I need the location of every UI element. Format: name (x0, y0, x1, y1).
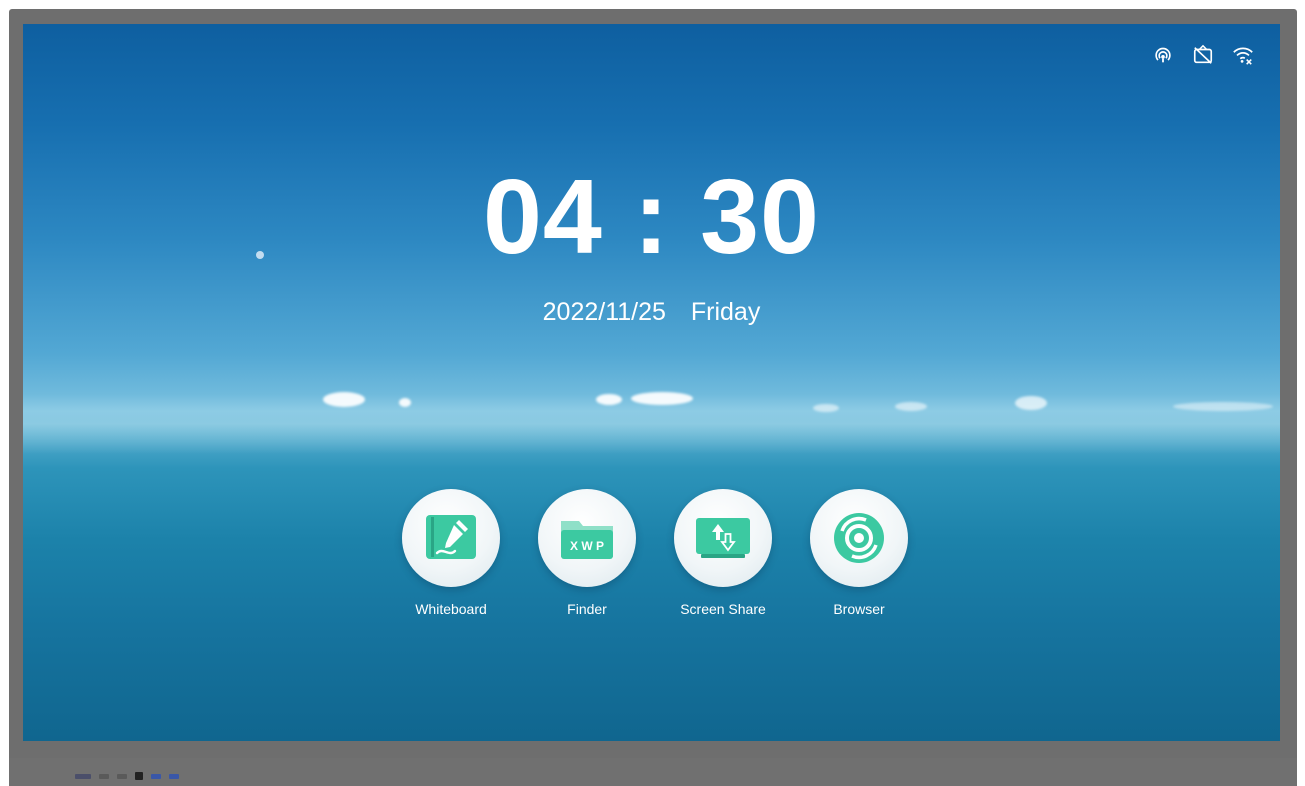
cloud (631, 392, 693, 405)
app-browser-circle[interactable] (810, 489, 908, 587)
cloud (1173, 402, 1273, 411)
clock-time: 04 : 30 (482, 158, 820, 276)
app-screen-share-label: Screen Share (680, 601, 766, 617)
app-browser[interactable]: Browser (810, 489, 908, 617)
cloud (895, 402, 927, 411)
port-1 (75, 773, 91, 779)
screen-share-icon (696, 518, 750, 558)
cloud (813, 404, 839, 412)
app-whiteboard-label: Whiteboard (415, 601, 487, 617)
front-ports (75, 769, 179, 783)
port-5 (151, 773, 161, 779)
wifi-disconnected-icon[interactable] (1232, 44, 1254, 66)
app-dock: Whiteboard X W P Finder Screen Share Bro… (402, 489, 908, 617)
app-whiteboard-circle[interactable] (402, 489, 500, 587)
app-finder-label: Finder (567, 601, 607, 617)
port-4 (135, 772, 143, 780)
finder-icon-text: X W P (570, 539, 604, 553)
port-2 (99, 773, 109, 779)
app-browser-label: Browser (833, 601, 885, 617)
clock-date: 2022/11/25 (542, 298, 666, 326)
port-3 (117, 773, 127, 779)
whiteboard-icon (426, 515, 476, 559)
display-bottom-frame (9, 758, 1297, 786)
clock-weekday: Friday (690, 298, 761, 326)
port-6 (169, 773, 179, 779)
finder-icon: X W P (561, 521, 613, 559)
cloud (399, 398, 411, 407)
app-finder[interactable]: X W P Finder (538, 489, 636, 617)
hotspot-icon[interactable] (1152, 44, 1174, 66)
browser-icon (834, 513, 884, 563)
no-signal-icon[interactable] (1192, 44, 1214, 66)
cloud (323, 392, 365, 407)
app-finder-circle[interactable]: X W P (538, 489, 636, 587)
cloud (596, 394, 622, 405)
app-whiteboard[interactable]: Whiteboard (402, 489, 500, 617)
app-screen-share[interactable]: Screen Share (674, 489, 772, 617)
status-bar (1152, 44, 1254, 66)
cloud (1015, 396, 1047, 410)
home-screen: 04 : 30 2022/11/25 Friday Whiteboard X W… (23, 24, 1280, 741)
clock-date-row: 2022/11/25 Friday (23, 298, 1280, 327)
app-screen-share-circle[interactable] (674, 489, 772, 587)
